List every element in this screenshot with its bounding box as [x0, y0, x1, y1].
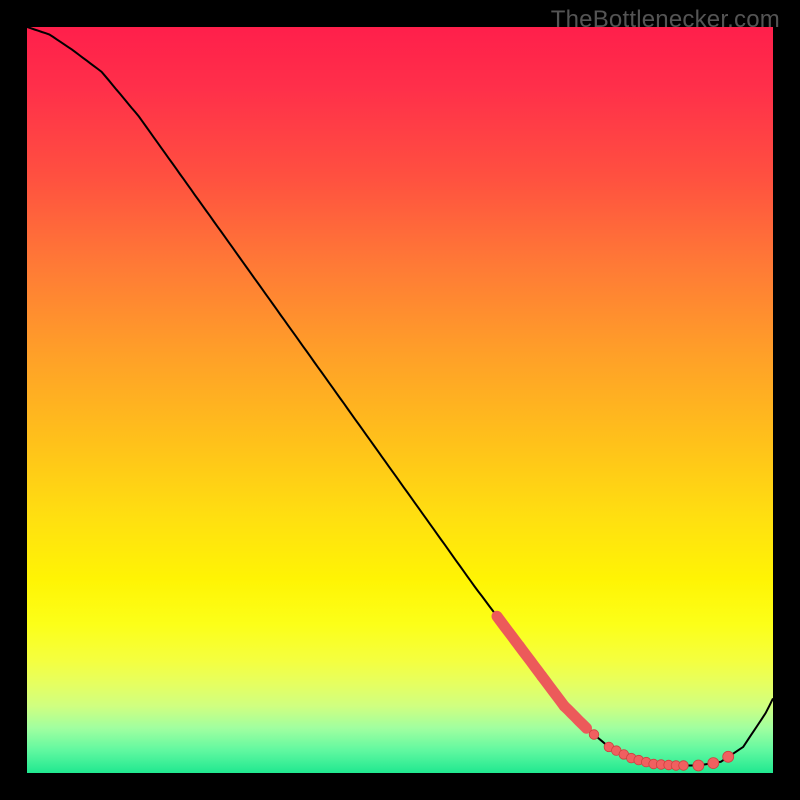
curve-highlight-segment — [497, 616, 519, 646]
curve-marker-dot — [693, 760, 704, 771]
curve-highlight-segment — [542, 676, 564, 706]
bottleneck-chart-svg — [27, 27, 773, 773]
curve-marker-dot — [723, 751, 734, 762]
curve-marker-dot — [679, 761, 689, 771]
bottleneck-curve-line — [27, 27, 773, 766]
curve-highlight-segment — [519, 646, 541, 676]
chart-plot-area — [27, 27, 773, 773]
curve-highlight-segment — [564, 706, 586, 728]
curve-marker-dot — [708, 758, 719, 769]
watermark-text: TheBottlenecker.com — [551, 6, 780, 34]
curve-markers — [497, 616, 734, 771]
curve-marker-dot — [589, 730, 599, 740]
